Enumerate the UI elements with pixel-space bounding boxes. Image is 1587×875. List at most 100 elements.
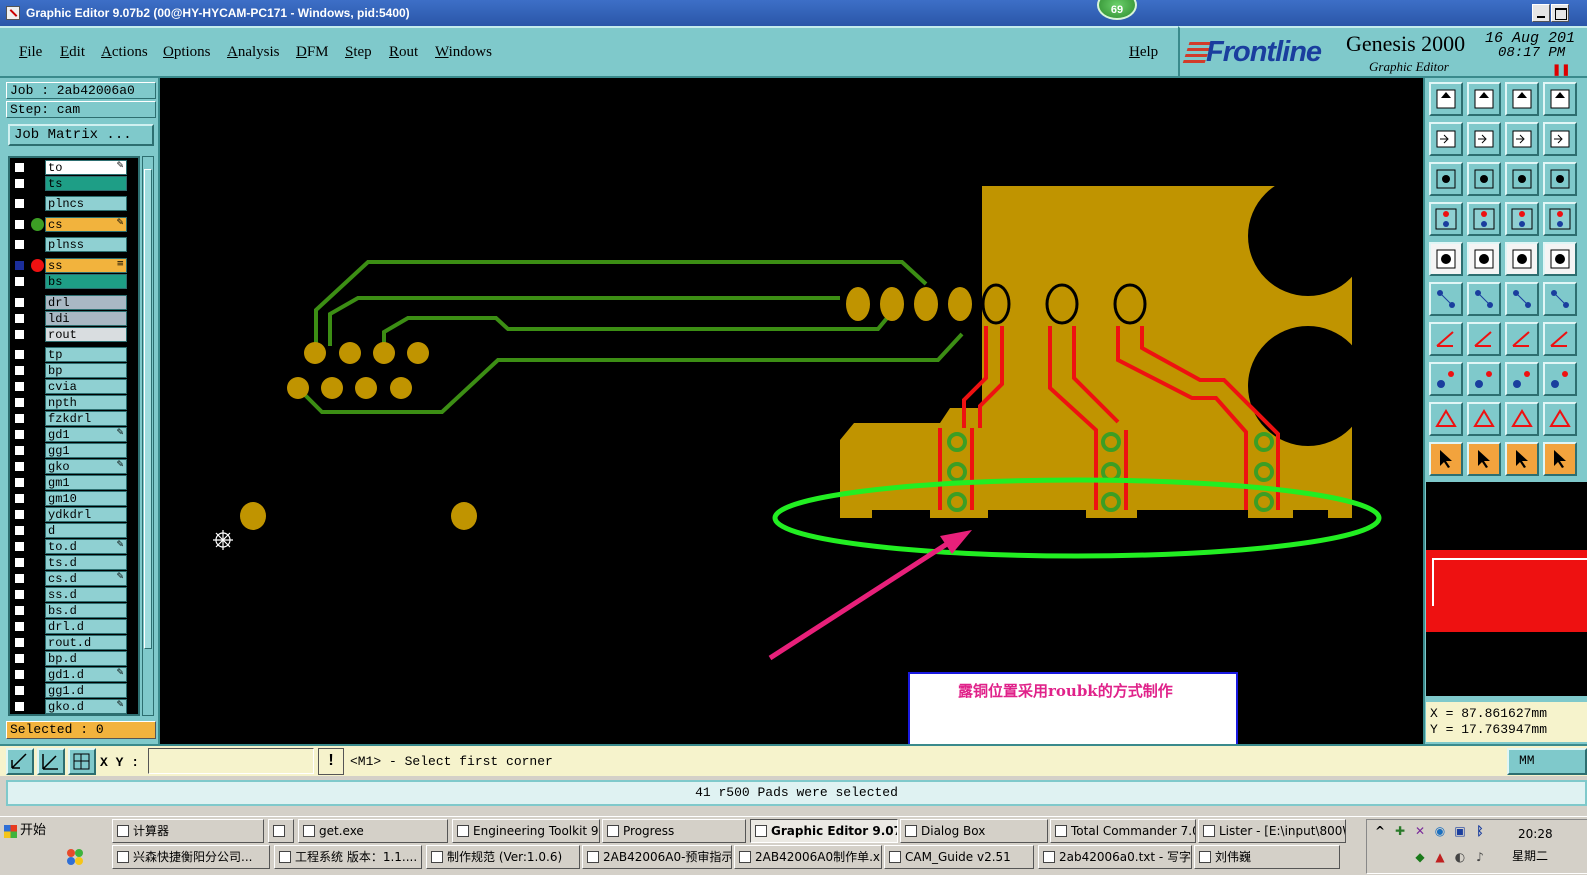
pcb-drawing[interactable]	[160, 78, 1423, 744]
taskbar-button-row2-6[interactable]: 2ab42006a0.txt - 写字板	[1038, 845, 1192, 869]
layer-name[interactable]: ydkdrl	[45, 507, 127, 522]
tray-input-icon[interactable]: ◐	[1453, 850, 1467, 864]
menu-file[interactable]: File	[19, 44, 42, 61]
step-icon[interactable]	[1543, 442, 1577, 476]
start-button[interactable]: 开始	[2, 820, 52, 844]
layer-row-rout[interactable]: rout	[10, 327, 138, 342]
measure-pad-icon[interactable]	[1505, 362, 1539, 396]
layer-checkbox[interactable]	[14, 605, 25, 616]
layer-checkbox[interactable]	[14, 493, 25, 504]
layer-name[interactable]: rout.d	[45, 635, 127, 650]
taskbar-button-row1-7[interactable]: Total Commander 7.0 ...	[1050, 819, 1196, 843]
menu-edit[interactable]: Edit	[60, 44, 85, 61]
layer-name[interactable]: cvia	[45, 379, 127, 394]
layer-checkbox[interactable]	[14, 381, 25, 392]
layer-name[interactable]: cs.d ✎	[45, 571, 127, 586]
delete-node-icon[interactable]	[1467, 282, 1501, 316]
select-icon[interactable]	[1429, 442, 1463, 476]
layer-name[interactable]: gg1	[45, 443, 127, 458]
layer-checkbox[interactable]	[14, 297, 25, 308]
layer-checkbox[interactable]	[14, 313, 25, 324]
layer-name[interactable]: ts	[45, 176, 127, 191]
layer-checkbox[interactable]	[14, 541, 25, 552]
triangle-icon[interactable]	[1429, 402, 1463, 436]
select-area-icon[interactable]	[1467, 442, 1501, 476]
bluetooth-icon[interactable]: ᛒ	[1473, 824, 1487, 838]
layer-checkbox[interactable]	[14, 701, 25, 712]
layer-name[interactable]: gd1.d ✎	[45, 667, 127, 682]
pan-left-icon[interactable]	[1429, 122, 1463, 156]
layer-checkbox[interactable]	[14, 260, 25, 271]
menu-dfm[interactable]: DFM	[296, 44, 329, 61]
tray-shield-icon[interactable]: ◆	[1413, 850, 1427, 864]
layer-list[interactable]: to ✎ ts plncs cs ✎ plnss ss ≡ bs drl ldi rout tp bp cvi…	[8, 156, 140, 716]
layer-row-drl-d[interactable]: drl.d	[10, 619, 138, 634]
house-icon[interactable]	[1505, 82, 1539, 116]
layer-row-gko-d[interactable]: gko.d ✎	[10, 699, 138, 714]
layer-row-npth[interactable]: npth	[10, 395, 138, 410]
layer-row-gm1[interactable]: gm1	[10, 475, 138, 490]
layer-checkbox[interactable]	[14, 365, 25, 376]
layer-row-plncs[interactable]: plncs	[10, 196, 138, 211]
layer-row-drl[interactable]: drl	[10, 295, 138, 310]
tray-up-icon[interactable]: ^	[1373, 824, 1387, 838]
layer-name[interactable]: ss.d	[45, 587, 127, 602]
layer-name[interactable]: ss ≡	[45, 258, 127, 273]
layer-checkbox[interactable]	[14, 621, 25, 632]
layer-row-to[interactable]: to ✎	[10, 160, 138, 175]
graphic-canvas[interactable]: 露铜位置采用roubk的方式制作	[160, 78, 1423, 762]
layer-checkbox[interactable]	[14, 685, 25, 696]
move-node-icon[interactable]	[1505, 282, 1539, 316]
peak-icon[interactable]	[1467, 402, 1501, 436]
via-icon[interactable]	[1543, 362, 1577, 396]
menu-step[interactable]: Step	[345, 44, 372, 61]
circle-icon[interactable]	[1543, 242, 1577, 276]
taskbar-button-row2-4[interactable]: 2AB42006A0制作单.xl...	[734, 845, 882, 869]
layer-row-cs-d[interactable]: cs.d ✎	[10, 571, 138, 586]
layer-row-gd1-d[interactable]: gd1.d ✎	[10, 667, 138, 682]
layer-name[interactable]: gm1	[45, 475, 127, 490]
pad-icon[interactable]	[1543, 282, 1577, 316]
layer-row-cs[interactable]: cs ✎	[10, 217, 138, 232]
layer-name[interactable]: gg1.d	[45, 683, 127, 698]
layer-checkbox[interactable]	[14, 276, 25, 287]
layer-row-ldi[interactable]: ldi	[10, 311, 138, 326]
layer-checkbox[interactable]	[14, 162, 25, 173]
copy-icon[interactable]	[1543, 122, 1577, 156]
save-icon[interactable]	[1467, 82, 1501, 116]
layer-name[interactable]: fzkdrl	[45, 411, 127, 426]
layer-row-bp-d[interactable]: bp.d	[10, 651, 138, 666]
volume-icon[interactable]: ♪	[1473, 850, 1487, 864]
layer-name[interactable]: bs	[45, 274, 127, 289]
menu-rout[interactable]: Rout	[389, 44, 418, 61]
feature-icon[interactable]	[1429, 242, 1463, 276]
home-icon[interactable]	[1429, 82, 1463, 116]
layer-row-ss-d[interactable]: ss.d	[10, 587, 138, 602]
layer-row-ts[interactable]: ts	[10, 176, 138, 191]
menu-help[interactable]: Help	[1129, 44, 1158, 61]
layer-name[interactable]: npth	[45, 395, 127, 410]
layer-name[interactable]: ldi	[45, 311, 127, 326]
arc-icon[interactable]	[1505, 322, 1539, 356]
layer-row-gm10[interactable]: gm10	[10, 491, 138, 506]
layer-checkbox[interactable]	[14, 349, 25, 360]
layer-checkbox[interactable]	[14, 445, 25, 456]
taskbar-button-row1-4[interactable]: Progress	[602, 819, 746, 843]
taskbar-button-row2-0[interactable]: 兴森快捷衡阳分公司...	[112, 845, 270, 869]
layer-name[interactable]: gd1 ✎	[45, 427, 127, 442]
layer-checkbox[interactable]	[14, 637, 25, 648]
layer-row-ydkdrl[interactable]: ydkdrl	[10, 507, 138, 522]
layers-icon[interactable]	[1543, 202, 1577, 236]
layer-checkbox[interactable]	[14, 525, 25, 536]
swap-icon[interactable]	[1505, 122, 1539, 156]
tray-close-icon[interactable]: ✕	[1413, 824, 1427, 838]
layer-row-ss[interactable]: ss ≡	[10, 258, 138, 273]
layer-checkbox[interactable]	[14, 461, 25, 472]
ruler-icon[interactable]	[1505, 242, 1539, 276]
layer-checkbox[interactable]	[14, 239, 25, 250]
layer-row-gg1[interactable]: gg1	[10, 443, 138, 458]
taskbar-button-row1-2[interactable]: get.exe	[298, 819, 448, 843]
window-icon[interactable]	[1543, 82, 1577, 116]
select-poly-icon[interactable]	[1505, 442, 1539, 476]
layer-checkbox[interactable]	[14, 178, 25, 189]
